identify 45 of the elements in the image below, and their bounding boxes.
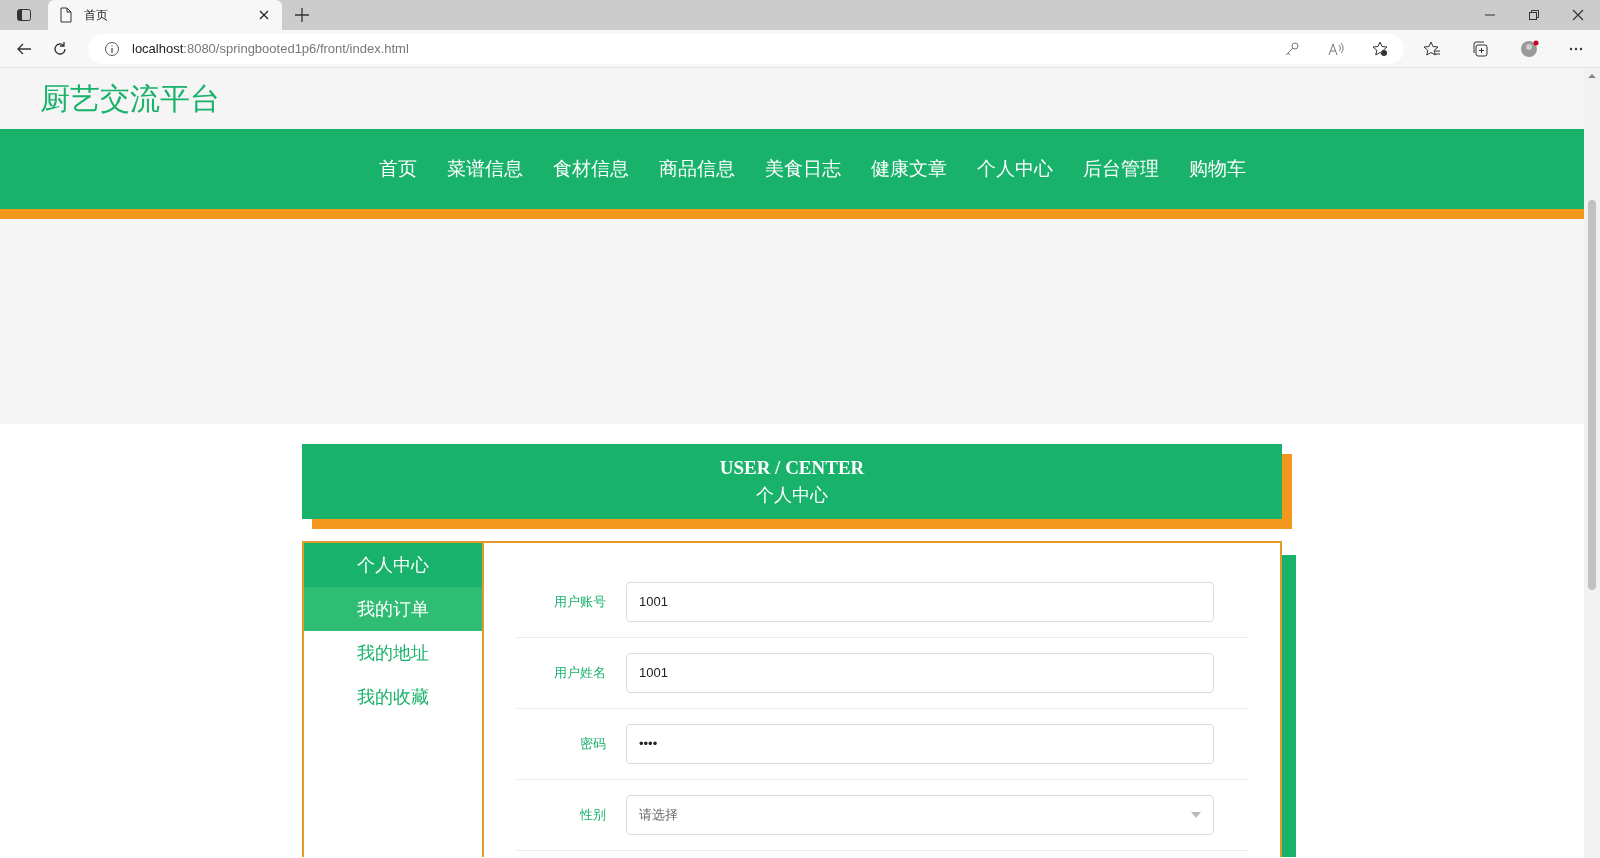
info-icon (104, 40, 120, 57)
url-text: localhost:8080/springbooted1p6/front/index.html (132, 39, 410, 58)
nav-link[interactable]: 首页 (378, 154, 417, 184)
nav-link[interactable]: 健康文章 (870, 154, 947, 184)
side-menu-item[interactable]: 我的订单 (304, 587, 482, 631)
tab-title: 首页 (84, 7, 109, 24)
select-field[interactable]: 请选择 (626, 795, 1214, 835)
banner-title-en: USER / CENTER (719, 456, 865, 481)
nav-link[interactable]: 后台管理 (1082, 154, 1159, 184)
input-field[interactable]: 1001 (626, 582, 1214, 622)
nav-link[interactable]: 菜谱信息 (446, 154, 523, 184)
key-icon[interactable] (1284, 40, 1300, 57)
field-label: 用户账号 (553, 593, 607, 612)
dropdown-caret-icon (1191, 812, 1201, 818)
side-menu-item[interactable]: 我的收藏 (304, 675, 482, 719)
nav-link[interactable]: 食材信息 (552, 154, 629, 184)
nav-link[interactable]: 购物车 (1188, 154, 1246, 184)
banner-title-cn: 个人中心 (756, 484, 828, 507)
field-label: 用户姓名 (553, 664, 607, 683)
input-field[interactable]: •••• (626, 724, 1214, 764)
browser-tab[interactable]: 首页 (48, 0, 282, 30)
reload-icon[interactable] (52, 40, 68, 57)
nav-link[interactable]: 美食日志 (764, 154, 841, 184)
close-icon[interactable] (1572, 9, 1584, 21)
restore-icon[interactable] (1528, 9, 1540, 21)
new-tab-icon[interactable] (294, 7, 310, 23)
side-menu-item[interactable]: 个人中心 (304, 543, 482, 587)
sidebar-toggle-icon[interactable] (16, 7, 32, 23)
scroll-up-icon[interactable] (1588, 72, 1596, 80)
close-icon[interactable] (258, 9, 270, 21)
input-field[interactable]: 1001 (626, 653, 1214, 693)
favorites-icon[interactable] (1424, 40, 1440, 57)
profile-icon[interactable] (1520, 38, 1540, 59)
scroll-thumb[interactable] (1588, 200, 1596, 590)
field-label: 密码 (579, 735, 607, 754)
page-icon (60, 7, 72, 23)
add-favorite-icon[interactable] (1372, 40, 1388, 57)
nav-link[interactable]: 个人中心 (976, 154, 1053, 184)
read-aloud-icon[interactable] (1328, 40, 1344, 57)
collections-icon[interactable] (1472, 40, 1488, 57)
site-title: 厨艺交流平台 (40, 81, 220, 117)
side-menu-item[interactable]: 我的地址 (304, 631, 482, 675)
address-bar[interactable]: localhost:8080/springbooted1p6/front/index.html (88, 33, 1404, 64)
field-label: 性别 (579, 806, 607, 825)
nav-link[interactable]: 商品信息 (658, 154, 735, 184)
